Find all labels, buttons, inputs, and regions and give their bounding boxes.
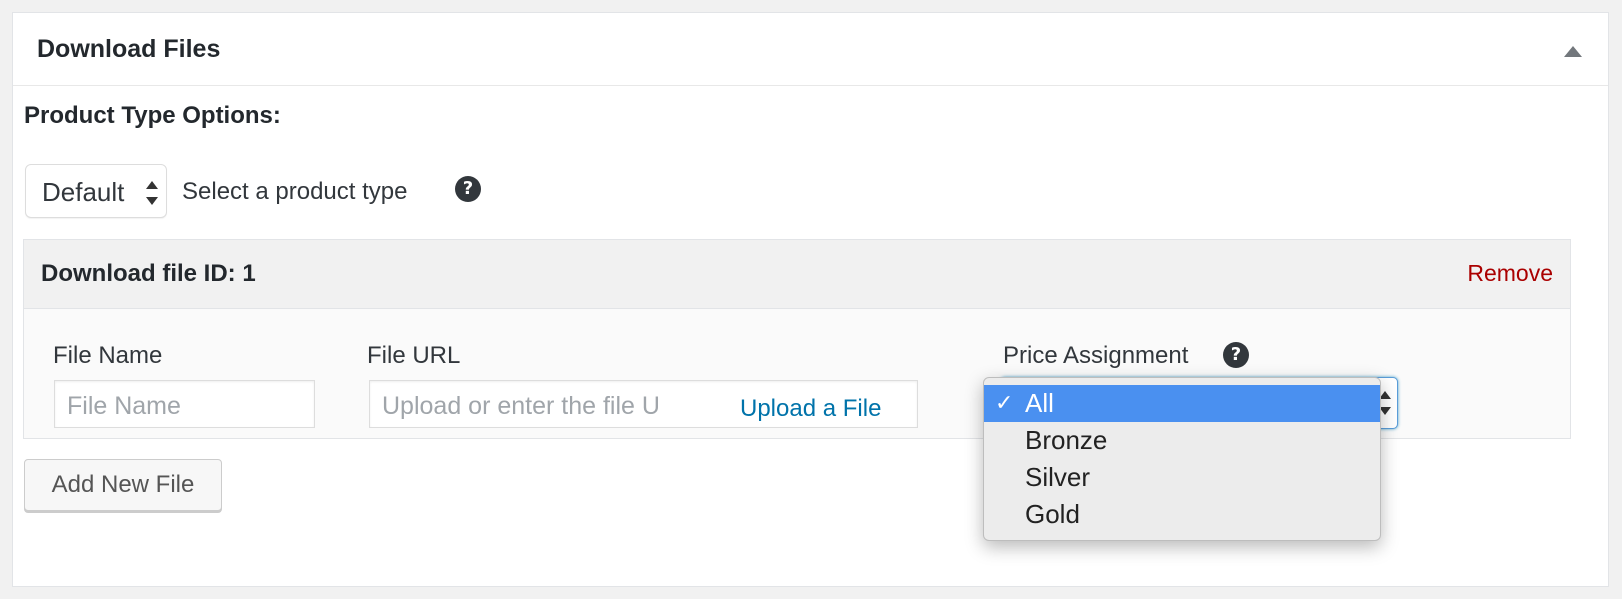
dropdown-option-gold[interactable]: Gold: [984, 496, 1380, 533]
option-label: Gold: [1025, 499, 1080, 529]
option-label: All: [1025, 388, 1054, 418]
price-assignment-label: Price Assignment: [1003, 342, 1189, 369]
panel-title: Download Files: [37, 35, 221, 63]
triangle-up-icon[interactable]: [1564, 46, 1582, 57]
product-type-selected-value: Default: [42, 177, 125, 207]
remove-link[interactable]: Remove: [1467, 260, 1553, 287]
file-name-label: File Name: [53, 342, 163, 369]
upload-file-button[interactable]: Upload a File: [740, 395, 881, 423]
dropdown-option-all[interactable]: ✓ All: [984, 385, 1380, 422]
file-url-placeholder: Upload or enter the file U: [382, 392, 660, 420]
help-icon[interactable]: ?: [455, 176, 481, 202]
option-label: Silver: [1025, 462, 1091, 492]
file-url-label: File URL: [367, 342, 461, 369]
dropdown-option-silver[interactable]: Silver: [984, 459, 1380, 496]
price-help-icon[interactable]: ?: [1223, 342, 1249, 368]
product-type-select[interactable]: Default: [25, 164, 167, 218]
product-type-hint: Select a product type: [182, 178, 408, 205]
checkmark-icon: ✓: [995, 391, 1014, 416]
download-file-id: Download file ID: 1: [41, 260, 256, 287]
option-label: Bronze: [1025, 425, 1108, 455]
price-assignment-dropdown: ✓ All Bronze Silver Gold: [983, 377, 1381, 541]
file-name-input[interactable]: File Name: [54, 380, 315, 428]
file-box-header: Download file ID: 1 Remove: [24, 240, 1570, 309]
select-arrows-icon: [146, 181, 158, 205]
add-new-file-button[interactable]: Add New File: [24, 459, 222, 511]
product-type-label: Product Type Options:: [24, 102, 281, 129]
dropdown-option-bronze[interactable]: Bronze: [984, 422, 1380, 459]
panel-header[interactable]: Download Files: [13, 13, 1608, 86]
